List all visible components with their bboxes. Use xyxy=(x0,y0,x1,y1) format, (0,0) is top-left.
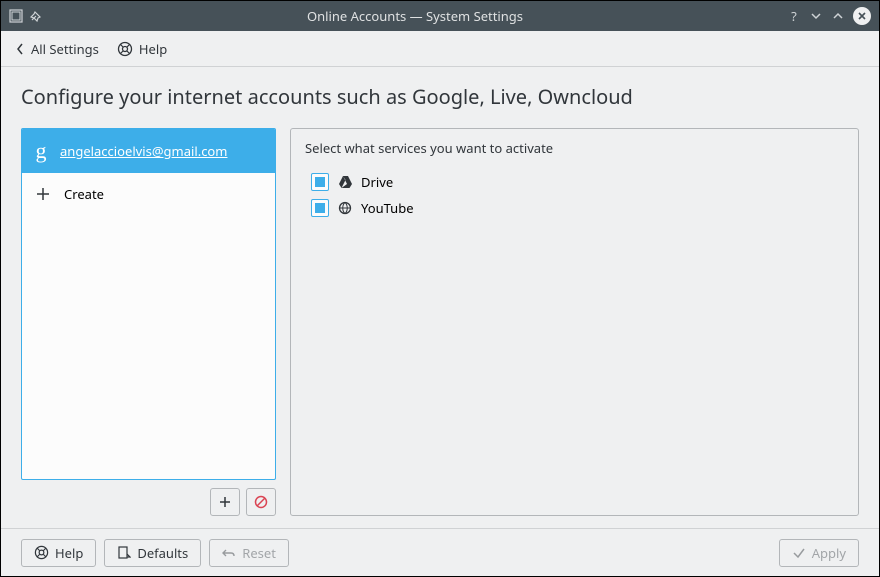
toolbar: All Settings Help xyxy=(1,31,879,67)
app-menu-icon[interactable] xyxy=(9,9,23,23)
account-label: angelaccioelvis@gmail.com xyxy=(60,142,227,160)
forbidden-icon xyxy=(253,494,269,510)
chevron-left-icon xyxy=(15,42,25,56)
checkbox-youtube[interactable] xyxy=(311,199,329,217)
service-row-youtube[interactable]: YouTube xyxy=(305,195,844,221)
lifebuoy-icon xyxy=(34,545,49,560)
list-buttons xyxy=(21,488,276,516)
defaults-button[interactable]: Defaults xyxy=(104,539,201,567)
undo-icon xyxy=(222,546,236,560)
pin-icon[interactable] xyxy=(29,9,43,23)
maximize-icon[interactable] xyxy=(831,9,845,23)
google-icon: g xyxy=(32,139,50,163)
toolbar-help-button[interactable]: Help xyxy=(117,40,167,58)
all-settings-button[interactable]: All Settings xyxy=(15,40,99,58)
panes: g angelaccioelvis@gmail.com Create xyxy=(21,128,859,516)
all-settings-label: All Settings xyxy=(31,40,99,58)
account-item-google[interactable]: g angelaccioelvis@gmail.com xyxy=(22,129,275,173)
footer: Help Defaults Reset Apply xyxy=(1,528,879,576)
service-label: Drive xyxy=(361,173,393,191)
services-heading: Select what services you want to activat… xyxy=(305,139,844,157)
titlebar: Online Accounts — System Settings ? xyxy=(1,1,879,31)
services-pane: Select what services you want to activat… xyxy=(290,128,859,516)
close-button[interactable] xyxy=(853,7,871,25)
lifebuoy-icon xyxy=(117,41,133,57)
help-button-label: Help xyxy=(55,544,83,562)
remove-account-button[interactable] xyxy=(246,488,276,516)
checkbox-drive[interactable] xyxy=(311,173,329,191)
page-heading: Configure your internet accounts such as… xyxy=(21,83,859,110)
create-label: Create xyxy=(64,185,104,203)
service-row-drive[interactable]: Drive xyxy=(305,169,844,195)
help-titlebar-icon[interactable]: ? xyxy=(787,9,801,23)
globe-icon xyxy=(337,200,353,216)
defaults-button-label: Defaults xyxy=(137,544,188,562)
reset-button: Reset xyxy=(209,539,289,567)
document-restore-icon xyxy=(117,546,131,560)
help-button[interactable]: Help xyxy=(21,539,96,567)
create-account-item[interactable]: Create xyxy=(22,173,275,215)
window: Online Accounts — System Settings ? All … xyxy=(0,0,880,577)
add-account-button[interactable] xyxy=(210,488,240,516)
apply-button: Apply xyxy=(779,539,859,567)
apply-button-label: Apply xyxy=(812,544,846,562)
accounts-pane: g angelaccioelvis@gmail.com Create xyxy=(21,128,276,516)
content: Configure your internet accounts such as… xyxy=(1,67,879,528)
reset-button-label: Reset xyxy=(242,544,276,562)
plus-icon xyxy=(218,495,232,509)
toolbar-help-label: Help xyxy=(139,40,167,58)
window-title: Online Accounts — System Settings xyxy=(43,7,787,25)
service-label: YouTube xyxy=(361,199,414,217)
plus-icon xyxy=(32,183,54,205)
minimize-icon[interactable] xyxy=(809,9,823,23)
drive-icon xyxy=(337,174,353,190)
account-list[interactable]: g angelaccioelvis@gmail.com Create xyxy=(21,128,276,480)
check-icon xyxy=(792,546,806,560)
